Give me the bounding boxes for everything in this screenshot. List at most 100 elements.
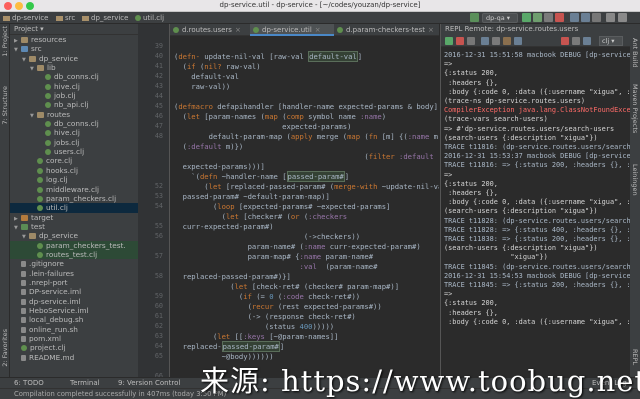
code-line[interactable]: (if (nil? raw-val) (174, 62, 261, 72)
tree-item[interactable]: local_debug.sh (10, 315, 138, 324)
code-line[interactable]: (status 400))))) (174, 322, 334, 332)
code-line[interactable]: (let [checker# (or (:checkers (174, 212, 348, 222)
tree-item[interactable]: param_checkers.clj (10, 194, 138, 203)
print-icon[interactable] (572, 37, 580, 45)
tree-item[interactable]: hooks.clj (10, 166, 138, 175)
tree-item[interactable]: .gitignore (10, 259, 138, 268)
code-line[interactable]: replaced-passed-param#)}] (174, 272, 291, 282)
close-icon[interactable] (467, 37, 475, 45)
code-line[interactable]: (:default m)}) (174, 142, 244, 152)
tree-item[interactable]: param_checkers_test. (10, 240, 138, 250)
code-line[interactable]: expected-params) (174, 122, 351, 132)
tree-item[interactable]: ▼ dp_service (10, 231, 138, 240)
tree-item[interactable]: middleware.clj (10, 185, 138, 194)
tab-maven-projects[interactable]: Maven Projects (631, 84, 639, 133)
vcs-update-icon[interactable] (570, 13, 579, 22)
code-line[interactable]: expected-params)))] (174, 162, 265, 172)
tab-project[interactable]: 1: Project (1, 26, 9, 57)
tree-item[interactable]: hive.clj (10, 128, 138, 137)
tree-item[interactable]: ▼ routes (10, 110, 138, 119)
code-line[interactable]: (recur (rest expected-params#)) (174, 302, 382, 312)
code-line[interactable]: replaced-passed-param#] (174, 341, 284, 352)
tree-item[interactable]: db_conns.clj (10, 119, 138, 128)
tree-item[interactable]: nb_api.clj (10, 100, 138, 109)
code-line[interactable]: param-name# (:name curr-expected-param#) (174, 242, 421, 252)
code-line[interactable]: (loop [expected-params# ~expected-params… (174, 202, 390, 212)
code-line[interactable]: (let [param-names (map (comp symbol name… (174, 112, 386, 122)
interrupt-icon[interactable] (561, 37, 569, 45)
stop-icon[interactable] (456, 37, 464, 45)
build-icon[interactable] (470, 13, 479, 22)
tree-item[interactable]: online_run.sh (10, 325, 138, 334)
tree-item[interactable]: routes_test.clj (10, 249, 138, 260)
code-line[interactable]: (-> (response check-ret#) (174, 312, 356, 322)
close-tab-icon[interactable]: × (235, 26, 241, 34)
tab-ant-build[interactable]: Ant Build (631, 38, 639, 68)
tree-item[interactable]: hive.clj (10, 82, 138, 91)
tree-item[interactable]: ▼ test (10, 222, 138, 231)
tab-version-control[interactable]: 9: Version Control (118, 379, 180, 387)
history-icon[interactable] (481, 37, 489, 45)
close-tab-icon[interactable]: × (428, 26, 434, 34)
code-editor[interactable]: d.routes.users × dp-service.util × d.param… (170, 24, 439, 377)
load-file-icon[interactable] (503, 37, 511, 45)
code-line[interactable]: curr-expected-param#) (174, 222, 274, 232)
run-icon[interactable] (522, 13, 531, 22)
code-line[interactable]: (if (= 0 (:code check-ret#)) (174, 292, 360, 302)
tree-item[interactable]: README.md (10, 353, 138, 362)
scroll-icon[interactable] (583, 37, 591, 45)
tree-item[interactable]: ▶ resources (10, 35, 138, 44)
code-line[interactable]: :val (param-name# (174, 262, 378, 272)
code-line[interactable]: (let [check-ret# (checker# param-map#)] (174, 282, 399, 292)
search-icon[interactable] (618, 13, 627, 22)
tree-item[interactable]: DP-service.iml (10, 287, 138, 296)
tree-item[interactable]: users.clj (10, 147, 138, 156)
tree-item[interactable]: log.clj (10, 175, 138, 184)
tree-item[interactable]: jobs.clj (10, 138, 138, 147)
tree-item[interactable]: ▼ lib (10, 63, 138, 72)
code-line[interactable]: passed-param# ~default-param-map)] (174, 192, 330, 202)
history-icon[interactable] (592, 13, 601, 22)
sync-ns-icon[interactable] (514, 37, 522, 45)
tree-item[interactable]: core.clj (10, 156, 138, 165)
run-icon[interactable] (445, 37, 453, 45)
namespace-select[interactable]: clj ▾ (599, 36, 623, 46)
code-line[interactable]: raw-val)) (174, 82, 230, 92)
tree-item[interactable]: .nrepl-port (10, 278, 138, 287)
breadcrumb-item[interactable]: dp_service (82, 13, 128, 23)
tree-item[interactable]: ▼ src (10, 44, 138, 53)
tree-item[interactable]: dp-service.iml (10, 297, 138, 306)
tree-item[interactable]: util.clj (10, 203, 138, 213)
breadcrumb-item[interactable]: dp-service (3, 13, 49, 23)
tab-favorites[interactable]: 2: Favorites (1, 329, 9, 367)
tab-routes-users[interactable]: d.routes.users × (170, 24, 250, 36)
tree-item[interactable]: db_conns.clj (10, 72, 138, 81)
code-line[interactable]: (->checkers)) (174, 232, 360, 242)
tab-param-checkers-test[interactable]: d.param-checkers-test × (334, 24, 439, 36)
tree-item[interactable]: ▼ dp_service (10, 54, 138, 63)
close-tab-icon[interactable]: × (315, 26, 321, 34)
code-line[interactable]: ~@body)))))) (174, 352, 274, 362)
code-line[interactable]: (let [replaced-passed-param# (merge-with… (174, 182, 439, 192)
coverage-icon[interactable] (544, 13, 553, 22)
code-line[interactable]: `(defn ~handler-name [passed-param#] (174, 171, 349, 182)
breadcrumb-item[interactable]: util.clj (135, 13, 164, 23)
debug-icon[interactable] (533, 13, 542, 22)
code-line[interactable]: (filter :default (174, 152, 433, 162)
settings-icon[interactable] (606, 13, 615, 22)
code-line[interactable]: default-val (174, 72, 239, 82)
tab-repl[interactable]: REPL (631, 349, 639, 365)
tab-todo[interactable]: 6: TODO (14, 379, 44, 387)
code-line[interactable]: param-map# {:name param-name# (174, 252, 374, 262)
tree-item[interactable]: pom.xml (10, 334, 138, 343)
code-line[interactable]: (defn- update-nil-val [raw-val default-v… (174, 51, 362, 62)
tree-item[interactable]: project.clj (10, 343, 138, 352)
tree-item[interactable]: job.clj (10, 91, 138, 100)
tree-item[interactable]: ▶ target (10, 213, 138, 222)
tree-item[interactable]: .lein-failures (10, 269, 138, 278)
code-line[interactable]: (defmacro defapihandler [handler-name ex… (174, 102, 438, 112)
tab-structure[interactable]: 7: Structure (1, 86, 9, 125)
vcs-commit-icon[interactable] (581, 13, 590, 22)
code-line[interactable]: default-param-map (apply merge (map (fn … (174, 132, 439, 142)
tree-item[interactable]: HeboService.iml (10, 306, 138, 315)
